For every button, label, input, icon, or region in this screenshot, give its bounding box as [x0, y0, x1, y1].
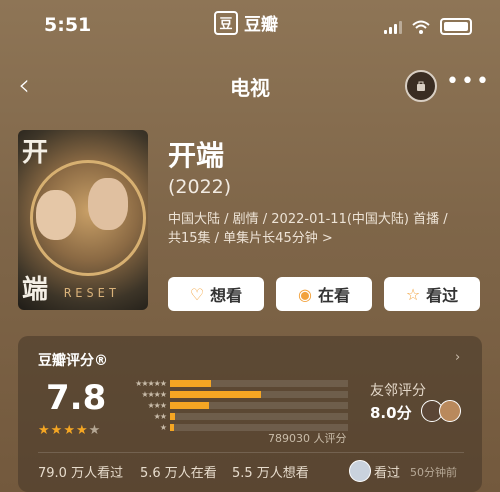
bag-icon: [417, 81, 425, 91]
star-icon: ★: [50, 423, 64, 438]
rating-stars: ★★★★★: [38, 423, 101, 438]
activity-label: 看过: [374, 466, 401, 481]
poster-title-bottom: 端: [22, 275, 49, 305]
stat-want[interactable]: 5.5 万人想看: [232, 462, 309, 481]
friends-avatars[interactable]: [421, 400, 461, 422]
show-meta-line2: 共15集 / 单集片长45分钟 >: [168, 231, 333, 246]
want-to-watch-label: 想看: [210, 286, 243, 305]
signal-icon: [384, 20, 402, 34]
show-poster[interactable]: 开 端 RESET: [18, 130, 148, 310]
hist-row-2: ★★: [118, 411, 348, 421]
poster-subtitle: RESET: [64, 286, 121, 300]
activity-avatar[interactable]: [349, 460, 371, 482]
stat-watching[interactable]: 5.6 万人在看: [140, 462, 217, 481]
watching-button[interactable]: ◉ 在看: [276, 277, 372, 311]
want-to-watch-button[interactable]: ♡ 想看: [168, 277, 264, 311]
poster-figure-left: [36, 190, 76, 240]
show-year: (2022): [168, 176, 232, 198]
app-brand: 豆 豆瓣: [214, 10, 278, 35]
rating-votes: 789030 人评分: [268, 432, 347, 445]
hist-bar-1: [170, 423, 174, 431]
status-time: 5:51: [44, 14, 92, 36]
friends-rating-label: 友邻评分: [370, 383, 426, 399]
record-icon: ◉: [298, 284, 312, 304]
rating-label: 豆瓣评分®: [38, 353, 108, 369]
show-meta[interactable]: 中国大陆 / 剧情 / 2022-01-11(中国大陆) 首播 / 共15集 /…: [168, 210, 478, 248]
poster-figure-right: [88, 178, 128, 230]
hist-row-4: ★★★★: [118, 389, 348, 399]
friend-avatar: [439, 400, 461, 422]
hist-bar-4: [170, 390, 261, 398]
star-outline-icon: ☆: [405, 284, 421, 304]
stat-watched[interactable]: 79.0 万人看过: [38, 462, 123, 481]
divider: [38, 452, 464, 453]
hist-row-3: ★★★: [118, 400, 348, 410]
hist-row-5: ★★★★★: [118, 378, 348, 388]
star-icon: ★: [38, 423, 51, 438]
watching-label: 在看: [317, 286, 350, 305]
watched-button[interactable]: ☆ 看过: [384, 277, 480, 311]
wifi-icon: [412, 20, 430, 34]
rating-histogram: ★★★★★ ★★★★ ★★★ ★★ ★: [118, 378, 348, 433]
poster-title-top: 开: [22, 138, 49, 168]
user-avatar[interactable]: [405, 70, 437, 102]
app-name: 豆瓣: [244, 15, 278, 35]
chevron-right-icon[interactable]: ›: [455, 350, 460, 365]
douban-logo-icon: 豆: [214, 10, 238, 35]
battery-icon: [440, 18, 472, 35]
hist-bar-5: [170, 379, 211, 387]
star-icon: ★: [88, 423, 102, 438]
star-icon: ★: [63, 423, 76, 438]
star-icon: ★: [75, 423, 89, 438]
friends-rating-score: 8.0分: [370, 404, 412, 422]
status-icons: [384, 18, 472, 35]
rating-score: 7.8: [46, 378, 107, 418]
show-meta-line1: 中国大陆 / 剧情 / 2022-01-11(中国大陆) 首播 /: [168, 212, 448, 227]
watched-label: 看过: [426, 286, 459, 305]
activity-time: 50分钟前: [410, 466, 457, 479]
more-icon[interactable]: •••: [446, 69, 491, 94]
heart-plus-icon: ♡: [189, 284, 205, 304]
hist-bar-3: [170, 401, 210, 409]
show-title: 开端: [168, 139, 225, 172]
hist-bar-2: [170, 412, 176, 420]
